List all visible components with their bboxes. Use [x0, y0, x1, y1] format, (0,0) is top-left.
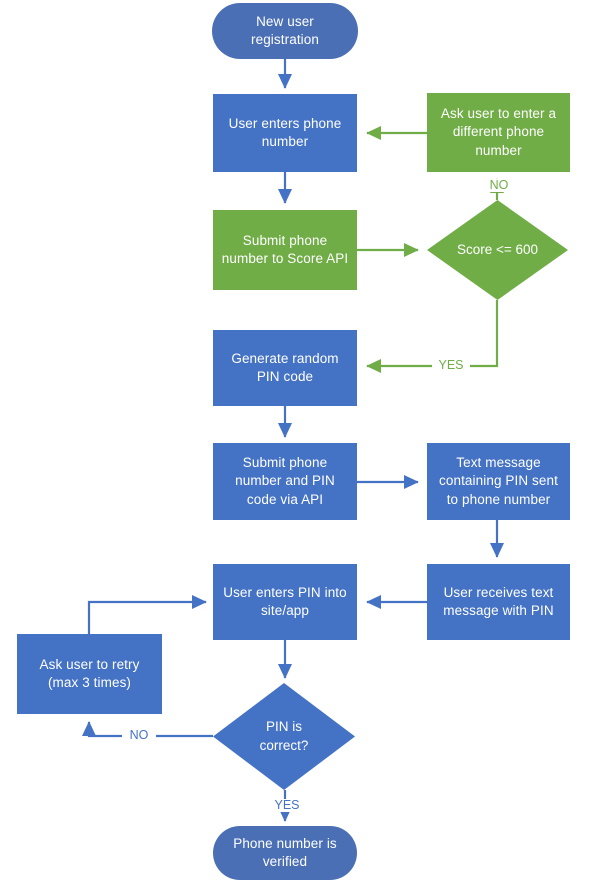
node-generate-pin[interactable]: Generate random PIN code — [213, 330, 357, 406]
node-end[interactable]: Phone number is verified — [213, 826, 357, 880]
node-ask-retry-label: Ask user to retry (max 3 times) — [39, 656, 140, 690]
flowchart-canvas: New user registration User enters phone … — [0, 0, 590, 886]
node-text-message-sent-label: Text message containing PIN sent to phon… — [439, 455, 558, 507]
edge-label-score-no: NO — [482, 179, 516, 192]
node-user-enters-pin-label: User enters PIN into site/app — [223, 584, 347, 618]
edge-label-score-yes: YES — [432, 359, 470, 372]
node-start[interactable]: New user registration — [212, 3, 358, 59]
node-ask-different-phone[interactable]: Ask user to enter a different phone numb… — [427, 93, 570, 172]
node-text-message-sent[interactable]: Text message containing PIN sent to phon… — [427, 443, 570, 520]
node-submit-pin-api-label: Submit phone number and PIN code via API — [235, 455, 335, 507]
node-start-label: New user registration — [251, 13, 319, 47]
node-user-enters-phone-label: User enters phone number — [228, 115, 342, 149]
node-submit-score-api-label: Submit phone number to Score API — [221, 232, 349, 266]
edge-label-pin-yes: YES — [268, 799, 306, 812]
edge-label-pin-no: NO — [122, 729, 156, 742]
node-pin-decision-label: PIN is correct? — [259, 719, 309, 753]
node-ask-retry[interactable]: Ask user to retry (max 3 times) — [17, 634, 162, 714]
node-submit-score-api[interactable]: Submit phone number to Score API — [213, 210, 357, 290]
node-user-receives-text-label: User receives text message with PIN — [443, 584, 554, 618]
edge-ask-retry-to-enter-pin — [87, 594, 207, 634]
node-pin-decision[interactable]: PIN is correct? — [213, 683, 355, 790]
node-end-label: Phone number is verified — [233, 835, 337, 869]
node-ask-different-phone-label: Ask user to enter a different phone numb… — [440, 106, 557, 158]
node-user-receives-text[interactable]: User receives text message with PIN — [427, 564, 570, 640]
edge-decision-yes-to-generate-pin — [366, 300, 499, 374]
node-user-enters-phone[interactable]: User enters phone number — [213, 94, 357, 172]
node-generate-pin-label: Generate random PIN code — [231, 350, 339, 384]
node-score-decision[interactable]: Score <= 600 — [427, 200, 568, 300]
node-user-enters-pin[interactable]: User enters PIN into site/app — [213, 564, 357, 640]
node-submit-pin-api[interactable]: Submit phone number and PIN code via API — [213, 443, 357, 520]
node-score-decision-label: Score <= 600 — [456, 241, 539, 257]
